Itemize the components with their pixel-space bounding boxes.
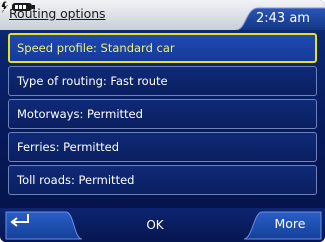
routing-options-screen: Routing options 2:43 am Speed profile: S…	[0, 0, 325, 242]
option-type-of-routing[interactable]: Type of routing: Fast route	[8, 66, 317, 96]
option-label: Toll roads: Permitted	[17, 173, 135, 187]
option-ferries[interactable]: Ferries: Permitted	[8, 132, 317, 162]
back-button[interactable]	[8, 211, 60, 239]
option-label: Ferries: Permitted	[17, 140, 120, 154]
more-button[interactable]: More	[260, 211, 320, 239]
ok-button[interactable]: OK	[120, 211, 190, 239]
option-motorways[interactable]: Motorways: Permitted	[8, 99, 317, 129]
bottom-bar: OK More	[0, 208, 325, 242]
routing-options-list: Speed profile: Standard car Type of rout…	[8, 33, 317, 198]
header-bar: Routing options 2:43 am	[0, 0, 325, 30]
option-speed-profile[interactable]: Speed profile: Standard car	[8, 33, 317, 63]
option-toll-roads[interactable]: Toll roads: Permitted	[8, 165, 317, 195]
clock-icon	[0, 0, 11, 11]
option-label: Type of routing: Fast route	[17, 74, 168, 88]
clock-time: 2:43 am	[256, 11, 310, 26]
option-label: Speed profile: Standard car	[17, 41, 175, 55]
back-arrow-icon	[10, 214, 29, 227]
option-label: Motorways: Permitted	[17, 107, 143, 121]
